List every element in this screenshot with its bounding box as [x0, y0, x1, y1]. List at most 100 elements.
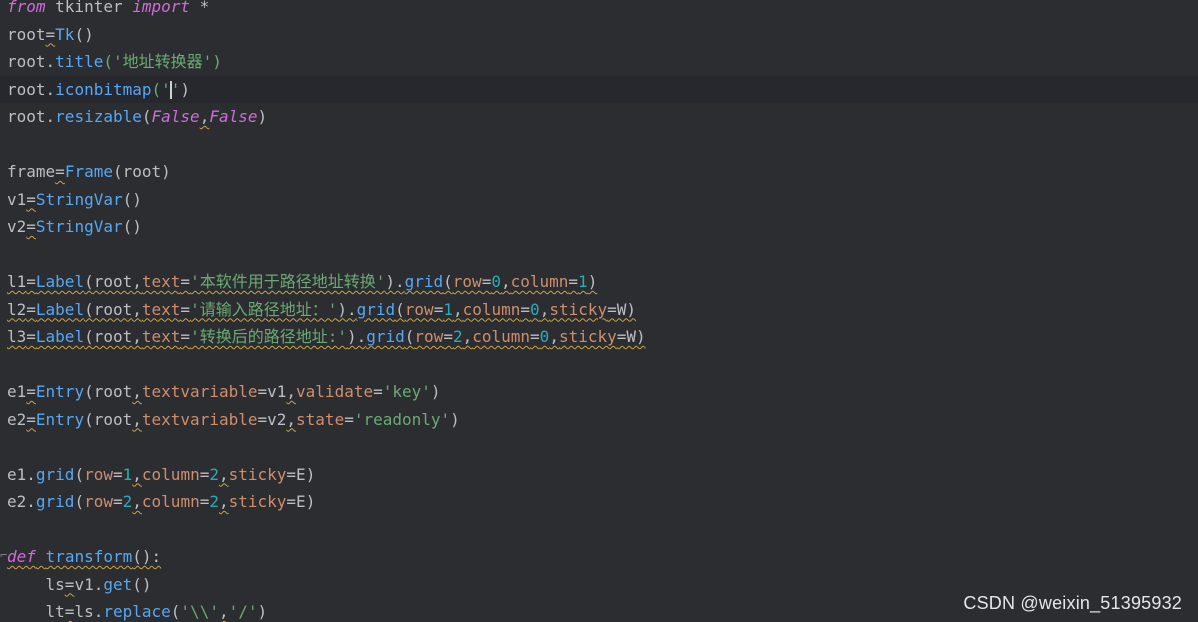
operator-token: =	[199, 492, 210, 511]
method-token: resizable	[55, 107, 142, 126]
code-line-empty[interactable]	[0, 433, 1198, 461]
operator-token: =	[26, 327, 36, 346]
number-token: 2	[209, 492, 219, 511]
operator-token: =	[26, 409, 36, 429]
named-arg-token: textvariable	[141, 409, 258, 429]
code-token: ,	[132, 409, 142, 429]
class-token: StringVar	[35, 189, 123, 209]
code-token: ():	[132, 547, 162, 566]
operator-token: =	[568, 272, 579, 291]
keyword-token: def	[7, 547, 36, 566]
code-line-empty[interactable]	[0, 131, 1198, 159]
operator-token: =	[180, 327, 191, 346]
operator-token: =	[481, 272, 492, 291]
code-token: l1	[7, 272, 27, 291]
operator-token: =	[530, 327, 540, 346]
code-line-empty[interactable]	[0, 351, 1198, 379]
code-token: (	[141, 107, 152, 126]
code-token: =E)	[286, 464, 316, 484]
function-name-token: transform	[45, 547, 133, 566]
boolean-token: False	[209, 107, 258, 126]
method-token: grid	[35, 492, 75, 511]
code-line[interactable]: root.resizable(False,False)	[0, 103, 1198, 131]
code-token: ,	[218, 492, 229, 511]
code-token: ).	[337, 299, 357, 319]
code-line-empty[interactable]	[0, 516, 1198, 544]
class-token: Entry	[35, 382, 85, 401]
code-token: v2	[7, 217, 27, 236]
code-line[interactable]: l3=Label(root,text='转换后的路径地址:').grid(row…	[0, 323, 1198, 351]
code-token: ,	[452, 299, 463, 319]
code-token: root.	[7, 107, 56, 126]
named-arg-token: text	[141, 327, 181, 346]
method-token: replace	[103, 602, 171, 621]
code-line[interactable]: v1=StringVar()	[0, 186, 1198, 214]
method-token: get	[103, 574, 133, 594]
named-arg-token: row	[84, 464, 113, 484]
operator-token: =	[26, 189, 36, 209]
code-token: root.	[7, 52, 56, 71]
code-token: ,	[132, 464, 142, 484]
code-token: ,	[539, 299, 550, 319]
operator-token: =	[55, 162, 65, 181]
code-token: root.	[7, 79, 56, 99]
code-token: ,	[132, 327, 142, 346]
code-token: ,	[286, 409, 297, 429]
code-line[interactable]: root=Tk()	[0, 21, 1198, 49]
operator-token: =	[373, 382, 383, 401]
code-token: e2.	[7, 492, 36, 511]
watermark-text: CSDN @weixin_51395932	[963, 593, 1182, 613]
operator-token: =	[26, 272, 36, 291]
named-arg-token: column	[141, 492, 200, 511]
code-token: )	[450, 409, 460, 429]
operator-token: =	[344, 409, 354, 429]
string-token: '请输入路径地址：'	[190, 299, 338, 319]
code-line[interactable]: e2.grid(row=2,column=2,sticky=E)	[0, 488, 1198, 516]
code-token: (root	[84, 299, 133, 319]
code-line[interactable]: l2=Label(root,text='请输入路径地址：').grid(row=…	[0, 296, 1198, 324]
number-token: 0	[491, 272, 501, 291]
code-editor[interactable]: from tkinter import * root=Tk() root.tit…	[0, 0, 1198, 622]
number-token: 2	[209, 464, 219, 484]
string-token: ('	[103, 52, 123, 71]
operator-token: =	[26, 299, 36, 319]
code-line[interactable]: e2=Entry(root,textvariable=v2,state='rea…	[0, 406, 1198, 434]
code-line[interactable]: frame=Frame(root)	[0, 158, 1198, 186]
number-token: 2	[452, 327, 463, 346]
code-token: =W)	[616, 327, 646, 346]
code-line[interactable]: e1=Entry(root,textvariable=v1,validate='…	[0, 378, 1198, 406]
code-token: ).	[346, 327, 367, 346]
code-token: (	[395, 299, 405, 319]
named-arg-token: row	[452, 272, 482, 291]
named-arg-token: column	[510, 272, 569, 291]
code-line[interactable]: root.title('地址转换器')	[0, 48, 1198, 76]
code-line[interactable]: v2=StringVar()	[0, 213, 1198, 241]
code-token: (root	[84, 382, 133, 401]
code-line[interactable]: from tkinter import *	[0, 0, 1198, 21]
number-token: 1	[578, 272, 588, 291]
code-token: ()	[122, 189, 142, 209]
code-line[interactable]: def transform():	[0, 543, 1198, 571]
code-token: )	[587, 272, 598, 291]
code-line-empty[interactable]	[0, 241, 1198, 269]
code-line[interactable]: e1.grid(row=1,column=2,sticky=E)	[0, 461, 1198, 489]
code-token: ,	[132, 299, 142, 319]
code-line-current[interactable]: root.iconbitmap('')	[0, 75, 1198, 103]
string-token: 'readonly'	[353, 409, 451, 429]
named-arg-token: row	[414, 327, 444, 346]
code-token: frame	[7, 162, 56, 181]
number-token: 1	[443, 299, 453, 319]
code-token: )	[257, 602, 268, 621]
class-token: Label	[35, 299, 85, 319]
string-token: ')	[202, 52, 222, 71]
code-token: ,	[132, 272, 142, 291]
code-token: ,	[218, 464, 229, 484]
method-token: grid	[35, 464, 75, 484]
code-token: root	[7, 24, 46, 44]
method-token: grid	[366, 327, 405, 346]
class-token: Frame	[64, 162, 113, 181]
named-arg-token: validate	[296, 382, 374, 401]
number-token: 2	[122, 492, 133, 511]
code-line[interactable]: l1=Label(root,text='本软件用于路径地址转换').grid(r…	[0, 268, 1198, 296]
operator-token: =	[443, 327, 453, 346]
